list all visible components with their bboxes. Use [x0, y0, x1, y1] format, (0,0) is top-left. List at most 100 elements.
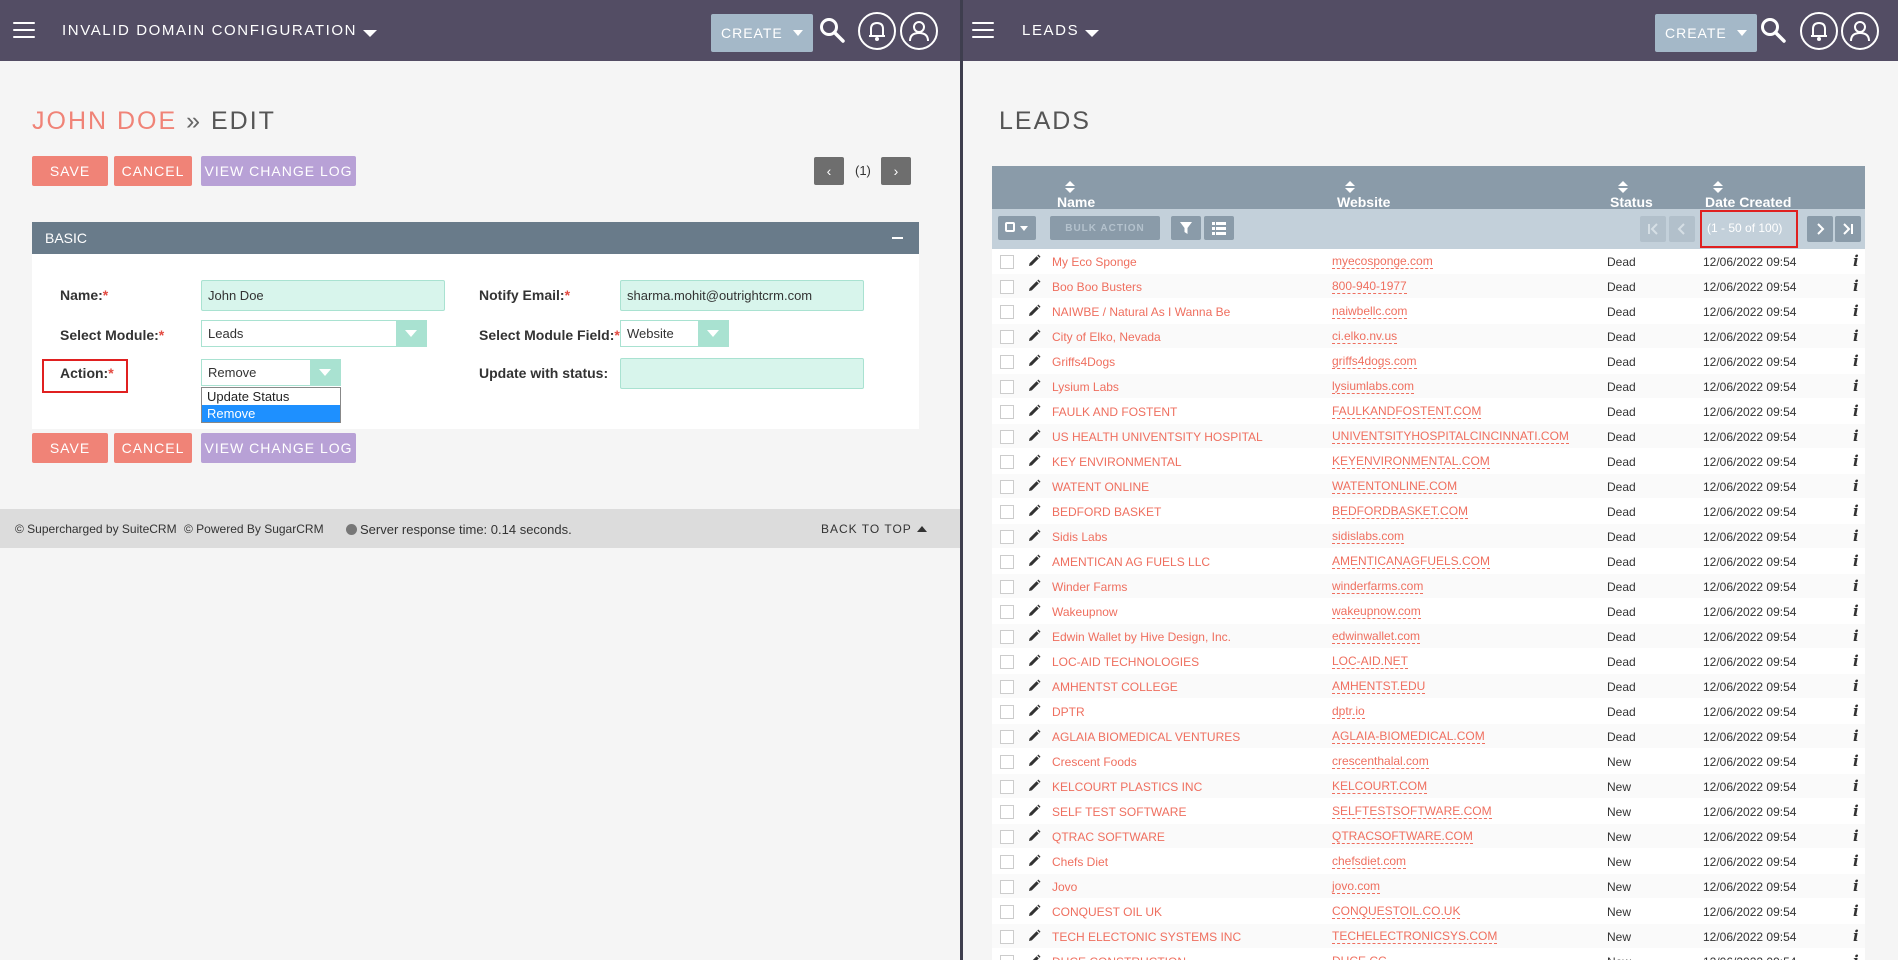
pencil-icon[interactable]	[1027, 354, 1041, 368]
pencil-icon[interactable]	[1027, 404, 1041, 418]
column-date-created[interactable]: Date Created	[1705, 180, 1791, 210]
pencil-icon[interactable]	[1027, 854, 1041, 868]
row-checkbox[interactable]	[1000, 830, 1014, 844]
info-icon[interactable]: i	[1853, 452, 1859, 470]
notify-email-field[interactable]: sharma.mohit@outrightcrm.com	[620, 280, 864, 311]
prev-record-button[interactable]: ‹	[814, 157, 844, 185]
suitecrm-credit[interactable]: © Supercharged by SuiteCRM	[15, 522, 177, 536]
lead-website[interactable]: WATENTONLINE.COM	[1332, 480, 1458, 494]
lead-website[interactable]: TECHELECTRONICSYS.COM	[1332, 930, 1498, 944]
info-icon[interactable]: i	[1853, 952, 1859, 960]
create-button-leads[interactable]: CREATE	[1655, 14, 1757, 52]
user-icon[interactable]	[1841, 12, 1879, 50]
row-checkbox[interactable]	[1000, 430, 1014, 444]
lead-name[interactable]: Lysium Labs	[1052, 380, 1119, 394]
module-menu-leads[interactable]: LEADS	[1022, 22, 1100, 39]
sort-icon[interactable]	[1345, 181, 1355, 194]
pencil-icon[interactable]	[1027, 904, 1041, 918]
module-menu[interactable]: INVALID DOMAIN CONFIGURATION	[62, 22, 378, 39]
info-icon[interactable]: i	[1853, 502, 1859, 520]
pencil-icon[interactable]	[1027, 554, 1041, 568]
name-field[interactable]: John Doe	[201, 280, 445, 311]
info-icon[interactable]: i	[1853, 577, 1859, 595]
info-icon[interactable]: i	[1853, 402, 1859, 420]
first-page-button[interactable]	[1640, 216, 1666, 242]
update-with-status-field[interactable]	[620, 358, 864, 389]
collapse-icon[interactable]	[892, 237, 903, 239]
lead-name[interactable]: Griffs4Dogs	[1052, 355, 1115, 369]
save-button-top[interactable]: SAVE	[32, 156, 108, 186]
row-checkbox[interactable]	[1000, 755, 1014, 769]
info-icon[interactable]: i	[1853, 752, 1859, 770]
search-icon[interactable]	[819, 17, 845, 43]
row-checkbox[interactable]	[1000, 455, 1014, 469]
info-icon[interactable]: i	[1853, 277, 1859, 295]
row-checkbox[interactable]	[1000, 330, 1014, 344]
column-name[interactable]: Name	[1057, 180, 1095, 210]
lead-website[interactable]: sidislabs.com	[1332, 530, 1405, 544]
info-icon[interactable]: i	[1853, 602, 1859, 620]
lead-name[interactable]: DUCE CONSTRUCTION	[1052, 955, 1186, 960]
lead-website[interactable]: naiwbellc.com	[1332, 305, 1408, 319]
row-checkbox[interactable]	[1000, 630, 1014, 644]
action-dropdown[interactable]: Remove	[201, 359, 341, 386]
lead-website[interactable]: CONQUESTOIL.CO.UK	[1332, 905, 1461, 919]
sugarcrm-credit[interactable]: © Powered By SugarCRM	[184, 522, 324, 536]
lead-website[interactable]: crescenthalal.com	[1332, 755, 1429, 769]
row-checkbox[interactable]	[1000, 730, 1014, 744]
sort-icon[interactable]	[1065, 181, 1075, 194]
lead-website[interactable]: AGLAIA-BIOMEDICAL.COM	[1332, 730, 1485, 744]
info-icon[interactable]: i	[1853, 902, 1859, 920]
info-icon[interactable]: i	[1853, 827, 1859, 845]
row-checkbox[interactable]	[1000, 480, 1014, 494]
lead-name[interactable]: AGLAIA BIOMEDICAL VENTURES	[1052, 730, 1240, 744]
select-module-dropdown[interactable]: Leads	[201, 320, 427, 347]
lead-website[interactable]: SELFTESTSOFTWARE.COM	[1332, 805, 1492, 819]
pencil-icon[interactable]	[1027, 829, 1041, 843]
pencil-icon[interactable]	[1027, 379, 1041, 393]
info-icon[interactable]: i	[1853, 302, 1859, 320]
info-icon[interactable]: i	[1853, 352, 1859, 370]
next-page-button[interactable]	[1807, 216, 1833, 242]
info-icon[interactable]: i	[1853, 327, 1859, 345]
search-icon[interactable]	[1760, 17, 1786, 43]
row-checkbox[interactable]	[1000, 680, 1014, 694]
cancel-button-bottom[interactable]: CANCEL	[114, 433, 192, 463]
row-checkbox[interactable]	[1000, 605, 1014, 619]
pencil-icon[interactable]	[1027, 429, 1041, 443]
column-website[interactable]: Website	[1337, 180, 1390, 210]
lead-name[interactable]: KEY ENVIRONMENTAL	[1052, 455, 1182, 469]
lead-website[interactable]: AMENTICANAGFUELS.COM	[1332, 555, 1491, 569]
bulk-action-button[interactable]: BULK ACTION	[1050, 216, 1160, 240]
lead-website[interactable]: KELCOURT.COM	[1332, 780, 1428, 794]
lead-name[interactable]: FAULK AND FOSTENT	[1052, 405, 1177, 419]
row-checkbox[interactable]	[1000, 405, 1014, 419]
info-icon[interactable]: i	[1853, 627, 1859, 645]
info-icon[interactable]: i	[1853, 477, 1859, 495]
save-button-bottom[interactable]: SAVE	[32, 433, 108, 463]
lead-website[interactable]: lysiumlabs.com	[1332, 380, 1415, 394]
info-icon[interactable]: i	[1853, 802, 1859, 820]
lead-website[interactable]: BEDFORDBASKET.COM	[1332, 505, 1469, 519]
row-checkbox[interactable]	[1000, 905, 1014, 919]
info-icon[interactable]: i	[1853, 527, 1859, 545]
pencil-icon[interactable]	[1027, 779, 1041, 793]
pencil-icon[interactable]	[1027, 954, 1041, 960]
filter-icon[interactable]	[1171, 216, 1201, 240]
row-checkbox[interactable]	[1000, 930, 1014, 944]
lead-name[interactable]: BEDFORD BASKET	[1052, 505, 1161, 519]
row-checkbox[interactable]	[1000, 705, 1014, 719]
create-button[interactable]: CREATE	[711, 14, 813, 52]
column-status[interactable]: Status	[1610, 180, 1653, 210]
row-checkbox[interactable]	[1000, 280, 1014, 294]
row-checkbox[interactable]	[1000, 380, 1014, 394]
lead-name[interactable]: WATENT ONLINE	[1052, 480, 1149, 494]
sort-icon[interactable]	[1618, 181, 1628, 194]
row-checkbox[interactable]	[1000, 855, 1014, 869]
row-checkbox[interactable]	[1000, 530, 1014, 544]
action-option-remove[interactable]: Remove	[202, 405, 340, 422]
info-icon[interactable]: i	[1853, 677, 1859, 695]
info-icon[interactable]: i	[1853, 427, 1859, 445]
lead-name[interactable]: Chefs Diet	[1052, 855, 1108, 869]
lead-website[interactable]: wakeupnow.com	[1332, 605, 1421, 619]
